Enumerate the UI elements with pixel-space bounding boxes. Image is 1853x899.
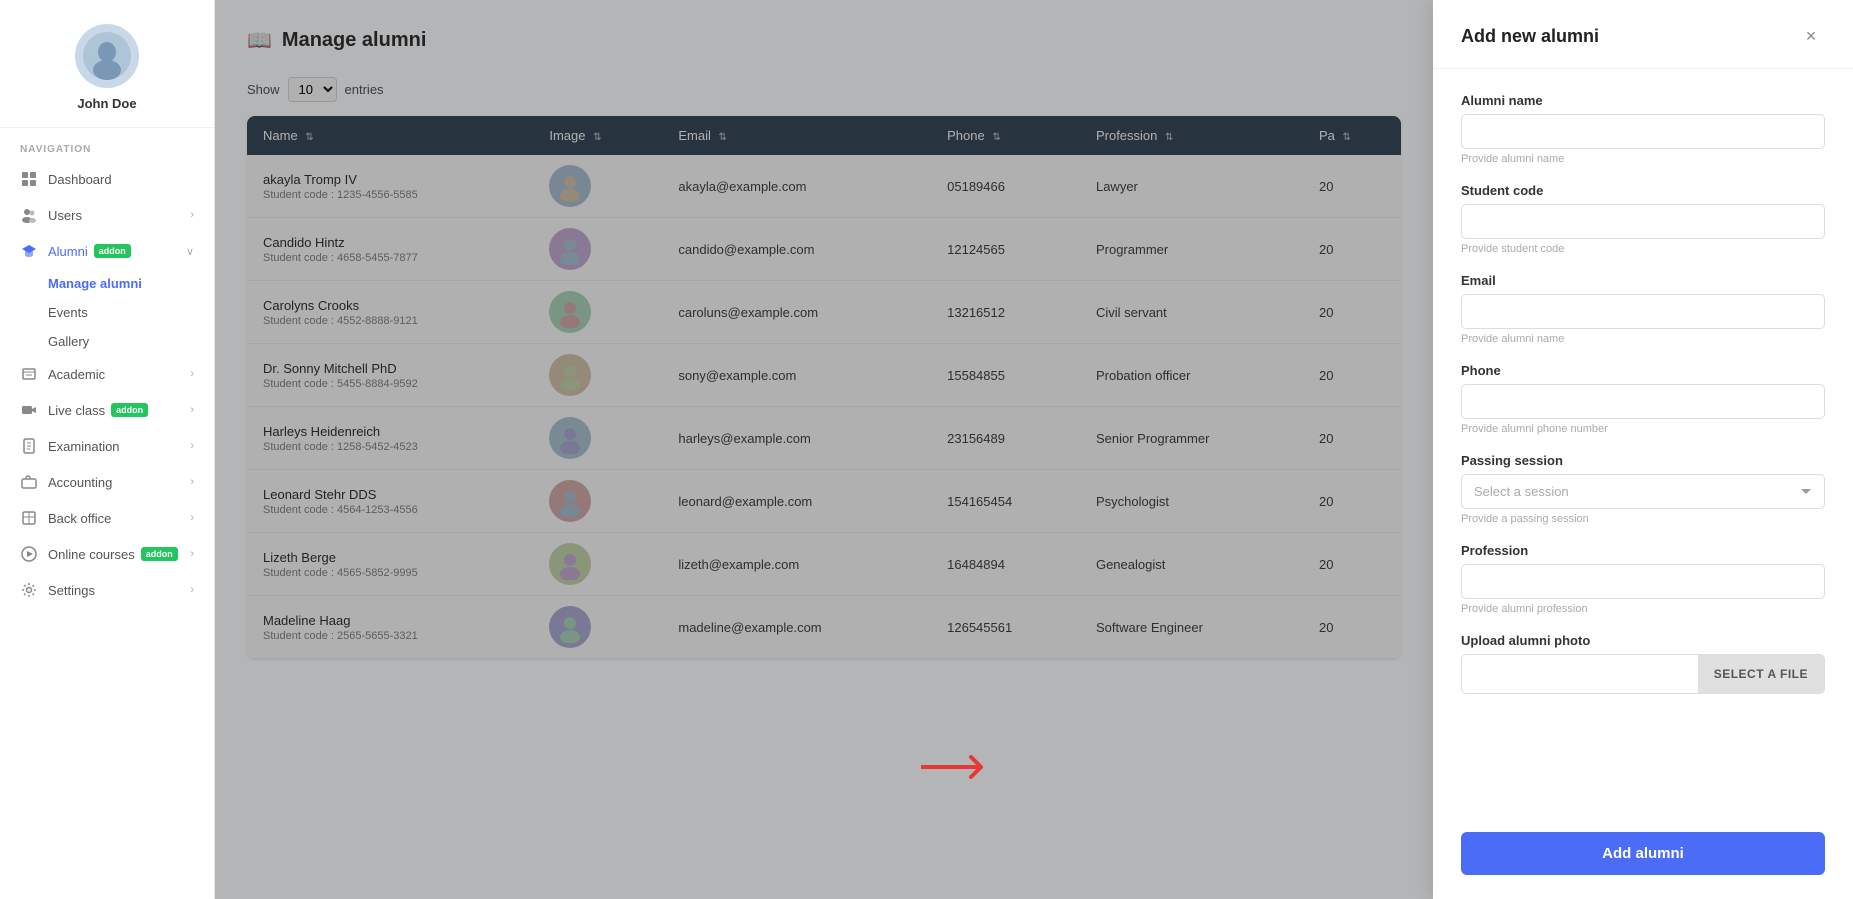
passing-session-label: Passing session [1461,453,1825,468]
main-area: 📖 Manage alumni Show 10 25 50 entries Na… [215,0,1433,899]
alumni-name-group: Alumni name Provide alumni name [1461,93,1825,165]
alumni-subnav: Manage alumni Events Gallery [0,269,214,356]
sidebar-item-label: Accounting [48,475,112,490]
add-alumni-panel: Add new alumni × Alumni name Provide alu… [1433,0,1853,899]
panel-footer: Add alumni [1433,816,1853,899]
panel-title: Add new alumni [1461,26,1599,47]
sidebar-item-label: Academic [48,367,105,382]
sidebar-item-users[interactable]: Users › [0,197,214,233]
passing-session-hint: Provide a passing session [1461,513,1825,525]
sidebar-item-accounting[interactable]: Accounting › [0,464,214,500]
panel-body: Alumni name Provide alumni name Student … [1433,69,1853,816]
upload-photo-group: Upload alumni photo SELECT A FILE [1461,633,1825,694]
sidebar-item-academic[interactable]: Academic › [0,356,214,392]
passing-session-select[interactable]: Select a session [1461,474,1825,509]
sidebar-item-liveclass[interactable]: Live class addon › [0,392,214,428]
sidebar-item-settings[interactable]: Settings › [0,572,214,608]
chevron-right-icon: › [190,440,194,452]
select-file-button[interactable]: SELECT A FILE [1698,655,1824,693]
video-icon [20,401,38,419]
sidebar-item-label: Back office [48,511,111,526]
sidebar-item-backoffice[interactable]: Back office › [0,500,214,536]
sidebar-item-label: Dashboard [48,172,112,187]
chevron-right-icon: › [190,512,194,524]
phone-hint: Provide alumni phone number [1461,423,1825,435]
sidebar-item-label: Online courses [48,547,135,562]
onlinecourses-addon-badge: addon [141,547,178,561]
profession-group: Profession Provide alumni profession [1461,543,1825,615]
sidebar-item-label: Examination [48,439,120,454]
users-icon [20,206,38,224]
subnav-events[interactable]: Events [48,298,214,327]
email-hint: Provide alumni name [1461,333,1825,345]
phone-input[interactable] [1461,384,1825,419]
office-icon [20,509,38,527]
liveclass-addon-badge: addon [111,403,148,417]
exam-icon [20,437,38,455]
profession-input[interactable] [1461,564,1825,599]
phone-label: Phone [1461,363,1825,378]
profile-name: John Doe [77,96,136,111]
profession-hint: Provide alumni profession [1461,603,1825,615]
passing-session-group: Passing session Select a session Provide… [1461,453,1825,525]
email-label: Email [1461,273,1825,288]
gear-icon [20,581,38,599]
upload-photo-label: Upload alumni photo [1461,633,1825,648]
student-code-label: Student code [1461,183,1825,198]
play-icon [20,545,38,563]
sidebar-item-label: Users [48,208,82,223]
academic-icon [20,365,38,383]
sidebar-item-label: Live class [48,403,105,418]
sidebar-item-label: Settings [48,583,95,598]
alumni-addon-badge: addon [94,244,131,258]
chevron-right-icon: › [190,209,194,221]
chevron-right-icon: › [190,548,194,560]
subnav-manage-alumni[interactable]: Manage alumni [48,269,214,298]
upload-area: SELECT A FILE [1461,654,1825,694]
chevron-right-icon: › [190,368,194,380]
student-code-input[interactable] [1461,204,1825,239]
chevron-right-icon: › [190,404,194,416]
email-group: Email Provide alumni name [1461,273,1825,345]
sidebar-item-dashboard[interactable]: Dashboard [0,161,214,197]
sidebar-item-onlinecourses[interactable]: Online courses addon › [0,536,214,572]
add-alumni-button[interactable]: Add alumni [1461,832,1825,875]
alumni-name-input[interactable] [1461,114,1825,149]
arrow-indicator [921,747,1001,787]
avatar [75,24,139,88]
modal-overlay[interactable] [215,0,1433,899]
nav-section-title: NAVIGATION [0,128,214,161]
graduation-icon [20,242,38,260]
close-button[interactable]: × [1797,22,1825,50]
phone-group: Phone Provide alumni phone number [1461,363,1825,435]
briefcase-icon [20,473,38,491]
student-code-group: Student code Provide student code [1461,183,1825,255]
panel-header: Add new alumni × [1433,0,1853,69]
chevron-right-icon: › [190,476,194,488]
grid-icon [20,170,38,188]
sidebar-item-alumni[interactable]: Alumni addon ∨ [0,233,214,269]
student-code-hint: Provide student code [1461,243,1825,255]
alumni-name-label: Alumni name [1461,93,1825,108]
chevron-down-icon: ∨ [186,245,194,258]
subnav-gallery[interactable]: Gallery [48,327,214,356]
alumni-name-hint: Provide alumni name [1461,153,1825,165]
chevron-right-icon: › [190,584,194,596]
profession-label: Profession [1461,543,1825,558]
sidebar: John Doe NAVIGATION Dashboard Users › Al… [0,0,215,899]
sidebar-item-label: Alumni [48,244,88,259]
email-input[interactable] [1461,294,1825,329]
sidebar-item-examination[interactable]: Examination › [0,428,214,464]
sidebar-profile: John Doe [0,0,214,128]
